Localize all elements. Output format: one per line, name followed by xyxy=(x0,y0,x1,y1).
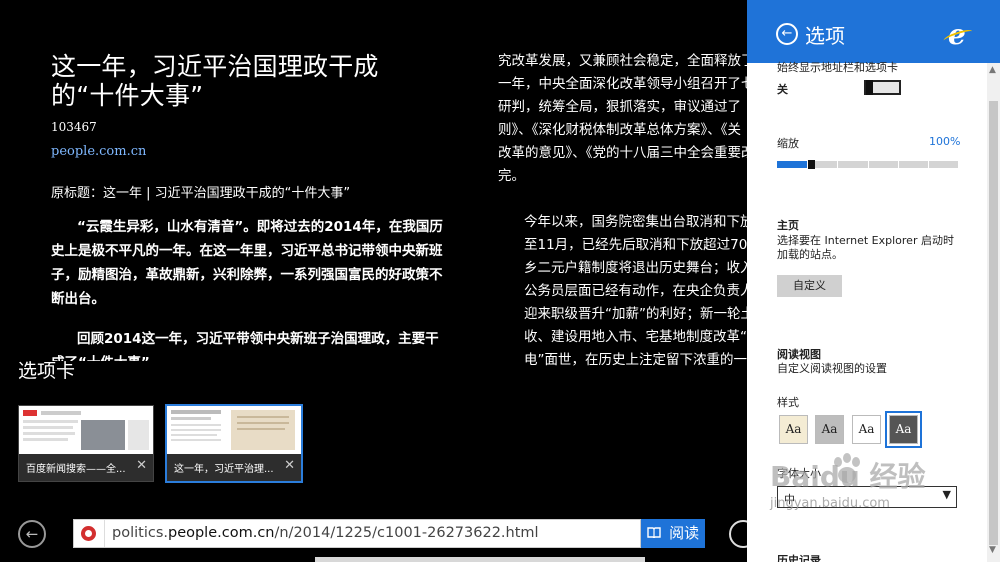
tab-preview xyxy=(167,406,301,454)
reading-view-button[interactable]: 阅读 xyxy=(641,519,705,548)
tab-thumbnail-baidu[interactable]: 百度新闻搜索——全... ✕ xyxy=(18,405,154,482)
refresh-icon[interactable] xyxy=(729,520,747,548)
article-column-2-block-b: 今年以来，国务院密集出台取消和下放行政至11月，已经先后取消和下放超过700项行… xyxy=(498,211,747,372)
article-title-line1: 这一年，习近平治国理政干成 xyxy=(51,52,379,81)
scroll-up-icon[interactable]: ▲ xyxy=(989,65,996,75)
article-column-2: 究改革发展，又兼顾社会稳定，全面释放了改 一年，中央全面深化改革领导小组召开了七次… xyxy=(498,50,747,372)
article-line: 究改革发展，又兼顾社会稳定，全面释放了改 xyxy=(498,53,747,69)
tab-preview-graphic xyxy=(23,410,149,450)
zoom-label: 缩放 xyxy=(777,137,799,150)
tab-close-icon[interactable]: ✕ xyxy=(284,458,295,473)
tab-preview-graphic xyxy=(171,410,295,450)
article-line: 迎来职级晋升“加薪”的利好；新一轮土地改革 xyxy=(524,306,747,322)
book-icon xyxy=(647,527,665,542)
address-bar-toggle[interactable] xyxy=(864,80,901,95)
style-option-sepia[interactable]: Aa xyxy=(779,415,808,444)
source-link[interactable]: people.com.cn xyxy=(51,144,451,159)
ie-logo-icon: e xyxy=(948,18,966,51)
settings-header: ← 选项 e xyxy=(747,0,1000,63)
address-url[interactable]: politics.people.com.cn/n/2014/1225/c1001… xyxy=(112,525,539,541)
url-path: /n/2014/1225/c1001-26273622.html xyxy=(274,525,539,541)
reading-view-label: 阅读 xyxy=(669,524,700,542)
scrollbar-thumb[interactable] xyxy=(989,101,998,545)
article-column-1: 这一年，习近平治国理政干成 的“十件大事” 103467 people.com.… xyxy=(51,52,451,361)
watermark-brand: Baidu 经验 xyxy=(770,460,926,493)
tab-preview xyxy=(19,406,153,454)
settings-back-button[interactable]: ← xyxy=(776,23,798,45)
zoom-slider-knob[interactable] xyxy=(808,160,815,169)
article-line: 至11月，已经先后取消和下放超过700项行政 xyxy=(524,237,747,253)
watermark-url: jingyan.baidu.com xyxy=(770,496,890,511)
article-paragraph-1: “云霞生异彩，山水有清音”。即将过去的2014年，在我国历史上是极不平凡的一年。… xyxy=(51,219,443,307)
zoom-tick xyxy=(837,161,838,168)
address-bar[interactable]: politics.people.com.cn/n/2014/1225/c1001… xyxy=(73,519,641,548)
chevron-down-icon: ▼ xyxy=(942,488,951,501)
article-line: 电”面世，在历史上注定留下浓重的一笔。 xyxy=(524,352,747,368)
history-label: 历史记录 xyxy=(777,554,821,562)
style-option-dark[interactable]: Aa xyxy=(885,411,922,448)
article-line: 公务员层面已经有动作，在央企负责人“降薪 xyxy=(524,283,747,299)
toggle-state-label: 关 xyxy=(777,83,788,96)
home-label: 主页 xyxy=(777,219,799,232)
url-prefix: politics. xyxy=(112,525,168,541)
style-label: 样式 xyxy=(777,396,799,409)
tab-thumbnail-people[interactable]: 这一年，习近平治理... ✕ xyxy=(165,404,303,483)
article-line: 收、建设用地入市、宅基地制度改革“三箭齐 xyxy=(524,329,747,345)
style-option-gray[interactable]: Aa xyxy=(815,415,844,444)
style-option-white[interactable]: Aa xyxy=(852,415,881,444)
tab-close-icon[interactable]: ✕ xyxy=(136,458,147,473)
zoom-tick xyxy=(928,161,929,168)
customize-button[interactable]: 自定义 xyxy=(777,275,842,297)
article-line: 改革的意见》、《党的十八届三中全会重要改 xyxy=(498,145,747,161)
article-line: 今年以来，国务院密集出台取消和下放行政 xyxy=(524,214,747,230)
back-arrow-icon: ← xyxy=(25,525,39,543)
article-line: 完。 xyxy=(498,168,525,184)
url-host: people.com.cn xyxy=(167,525,275,541)
tab-title: 这一年，习近平治理... xyxy=(174,464,274,475)
toggle-knob xyxy=(866,80,873,95)
site-favicon-icon xyxy=(74,520,105,547)
tab-title: 百度新闻搜索——全... xyxy=(26,464,126,475)
scroll-down-icon[interactable]: ▼ xyxy=(989,545,996,555)
article-column-2-block-a: 究改革发展，又兼顾社会稳定，全面释放了改 一年，中央全面深化改革领导小组召开了七次… xyxy=(498,50,747,188)
article-line: 一年，中央全面深化改革领导小组召开了七次 xyxy=(498,76,747,92)
article-line: 则》、《深化财税体制改革总体方案》、《关 xyxy=(498,122,741,138)
zoom-tick xyxy=(898,161,899,168)
settings-title: 选项 xyxy=(805,24,845,48)
tabs-heading: 选项卡 xyxy=(18,360,76,382)
bottom-strip xyxy=(315,557,645,562)
article-paragraph-2: 回顾2014这一年，习近平带领中央新班子治国理政，主要干成了“十件大事”。 xyxy=(51,331,439,361)
back-button[interactable]: ← xyxy=(18,520,46,548)
zoom-tick xyxy=(807,161,808,168)
zoom-slider-fill xyxy=(777,161,808,168)
article-title: 这一年，习近平治国理政干成 的“十件大事” xyxy=(51,52,451,110)
article-line: 乡二元户籍制度将退出历史舞台；收入分配改 xyxy=(524,260,747,276)
zoom-slider[interactable] xyxy=(777,160,958,169)
article-line: 研判，统筹全局，狠抓落实，审议通过了《改 xyxy=(498,99,747,115)
settings-scrollbar[interactable]: ▲ ▼ xyxy=(987,63,1000,562)
home-desc-line2: 加载的站点。 xyxy=(777,248,843,261)
tab-caption: 这一年，习近平治理... ✕ xyxy=(167,454,301,481)
tab-caption: 百度新闻搜索——全... ✕ xyxy=(19,454,153,481)
article-title-line2: 的“十件大事” xyxy=(51,81,204,110)
back-arrow-icon: ← xyxy=(781,26,793,41)
original-title: 原标题：这一年 | 习近平治国理政干成的“十件大事” xyxy=(51,186,351,201)
article-id: 103467 xyxy=(51,120,97,134)
article-view: 这一年，习近平治国理政干成 的“十件大事” 103467 people.com.… xyxy=(0,0,747,562)
zoom-value: 100% xyxy=(929,135,961,148)
zoom-tick xyxy=(868,161,869,168)
reading-view-desc: 自定义阅读视图的设置 xyxy=(777,362,887,375)
address-bar-setting-label: 始终显示地址栏和选项卡 xyxy=(777,61,898,74)
